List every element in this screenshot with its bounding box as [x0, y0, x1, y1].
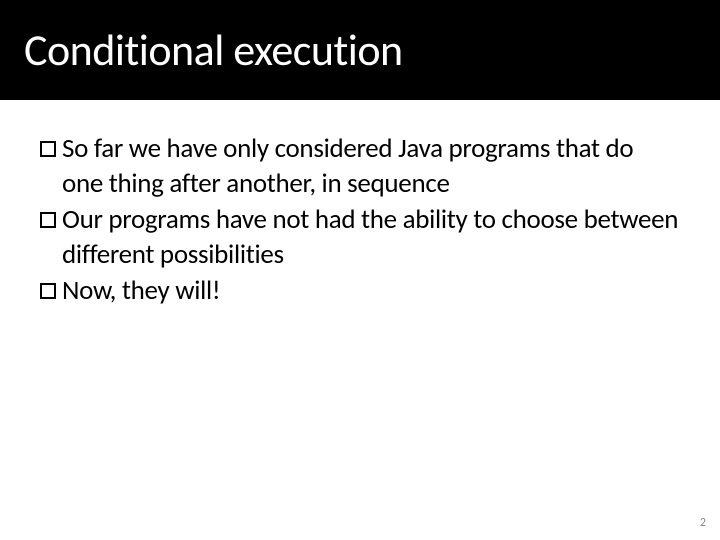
bullet-text: So far we have only considered Java prog…	[62, 132, 680, 201]
square-bullet-icon	[40, 283, 56, 299]
slide-body: So far we have only considered Java prog…	[0, 100, 720, 309]
square-bullet-icon	[40, 212, 56, 228]
slide-title: Conditional execution	[24, 23, 403, 77]
bullet-text: Our programs have not had the ability to…	[62, 203, 680, 272]
list-item: Now, they will!	[40, 274, 680, 309]
list-item: Our programs have not had the ability to…	[40, 203, 680, 272]
list-item: So far we have only considered Java prog…	[40, 132, 680, 201]
title-band: Conditional execution	[0, 0, 720, 100]
square-bullet-icon	[40, 141, 56, 157]
code-term: Java	[398, 132, 443, 165]
bullet-text: Now, they will!	[62, 274, 680, 309]
page-number: 2	[700, 516, 706, 530]
